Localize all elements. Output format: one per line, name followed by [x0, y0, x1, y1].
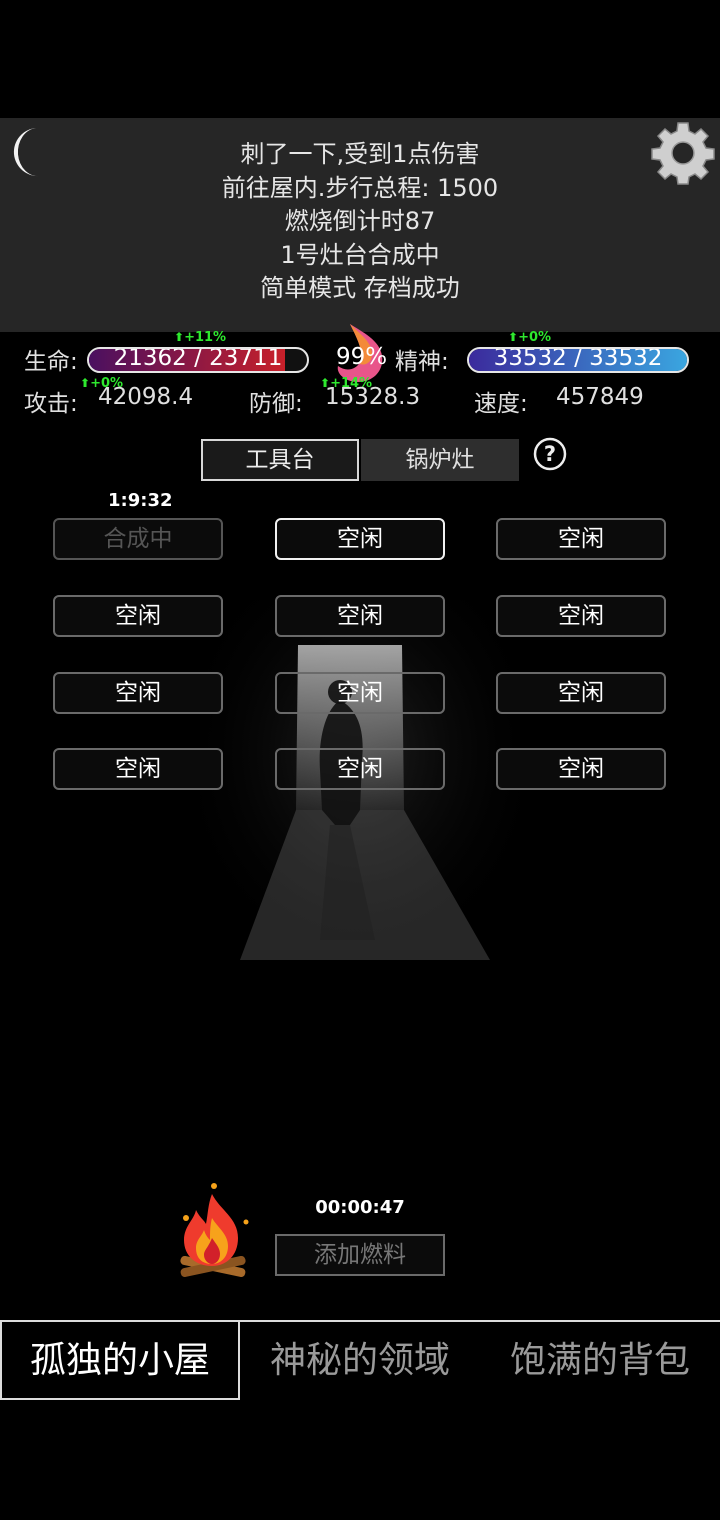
craft-slot-6[interactable]: 空闲 — [496, 595, 666, 637]
message-log: 刺了一下,受到1点伤害 前往屋内.步行总程: 1500 燃烧倒计时87 1号灶台… — [100, 138, 620, 306]
attack-value: 42098.4 — [98, 384, 194, 410]
fuel-timer: 00:00:47 — [315, 1197, 405, 1218]
spirit-label: 精神: — [395, 349, 449, 375]
defense-label: 防御: — [249, 391, 303, 417]
hp-bar-text: 21362 / 23711 — [113, 347, 283, 371]
craft-slot-9[interactable]: 空闲 — [496, 672, 666, 714]
hp-buff: ⬆+11% — [174, 330, 227, 345]
hp-label: 生命: — [24, 349, 78, 375]
add-fuel-button[interactable]: 添加燃料 — [275, 1234, 445, 1276]
craft-timer: 1:9:32 — [108, 490, 173, 511]
nav-tab-cabin[interactable]: 孤独的小屋 — [0, 1320, 240, 1400]
help-icon-label: ? — [544, 442, 556, 466]
log-line: 1号灶台合成中 — [280, 240, 440, 269]
craft-slot-7[interactable]: 空闲 — [53, 672, 223, 714]
craft-slot-2[interactable]: 空闲 — [275, 518, 445, 560]
defense-value: 15328.3 — [325, 384, 421, 410]
hp-buff-value: +11% — [184, 330, 227, 345]
craft-slot-12[interactable]: 空闲 — [496, 748, 666, 790]
spirit-bar: 33532 / 33532 — [467, 347, 689, 373]
spirit-bar-text: 33532 / 33532 — [493, 347, 663, 371]
tab-workbench[interactable]: 工具台 — [201, 439, 359, 481]
log-line: 前往屋内.步行总程: 1500 — [221, 173, 499, 202]
spirit-buff-value: +0% — [518, 330, 552, 345]
craft-slot-5[interactable]: 空闲 — [275, 595, 445, 637]
campfire-icon — [180, 1183, 249, 1278]
craft-slot-3[interactable]: 空闲 — [496, 518, 666, 560]
game-screen: 刺了一下,受到1点伤害 前往屋内.步行总程: 1500 燃烧倒计时87 1号灶台… — [0, 0, 720, 1520]
log-line: 刺了一下,受到1点伤害 — [240, 140, 480, 168]
craft-slot-8[interactable]: 空闲 — [275, 672, 445, 714]
nav-underline — [0, 1398, 240, 1400]
craft-slot-10[interactable]: 空闲 — [53, 748, 223, 790]
log-line: 燃烧倒计时87 — [284, 207, 436, 235]
attack-label: 攻击: — [24, 391, 78, 417]
help-icon[interactable]: ? — [533, 437, 567, 471]
moon-icon[interactable] — [6, 124, 46, 180]
speed-value: 457849 — [556, 384, 644, 410]
log-line: 简单模式 存档成功 — [260, 274, 460, 302]
nav-tab-backpack[interactable]: 饱满的背包 — [480, 1320, 720, 1400]
craft-slot-4[interactable]: 空闲 — [53, 595, 223, 637]
craft-slot-11[interactable]: 空闲 — [275, 748, 445, 790]
gear-icon[interactable] — [650, 120, 716, 186]
hp-bar: 21362 / 23711 — [87, 347, 309, 373]
spirit-buff: ⬆+0% — [508, 330, 552, 345]
speed-label: 速度: — [474, 391, 528, 417]
door-shadow-art — [200, 600, 520, 980]
percent-value: 99% — [336, 344, 388, 370]
craft-slot-1[interactable]: 合成中 — [53, 518, 223, 560]
tab-stove[interactable]: 锅炉灶 — [361, 439, 519, 481]
nav-tab-domain[interactable]: 神秘的领域 — [240, 1320, 480, 1400]
